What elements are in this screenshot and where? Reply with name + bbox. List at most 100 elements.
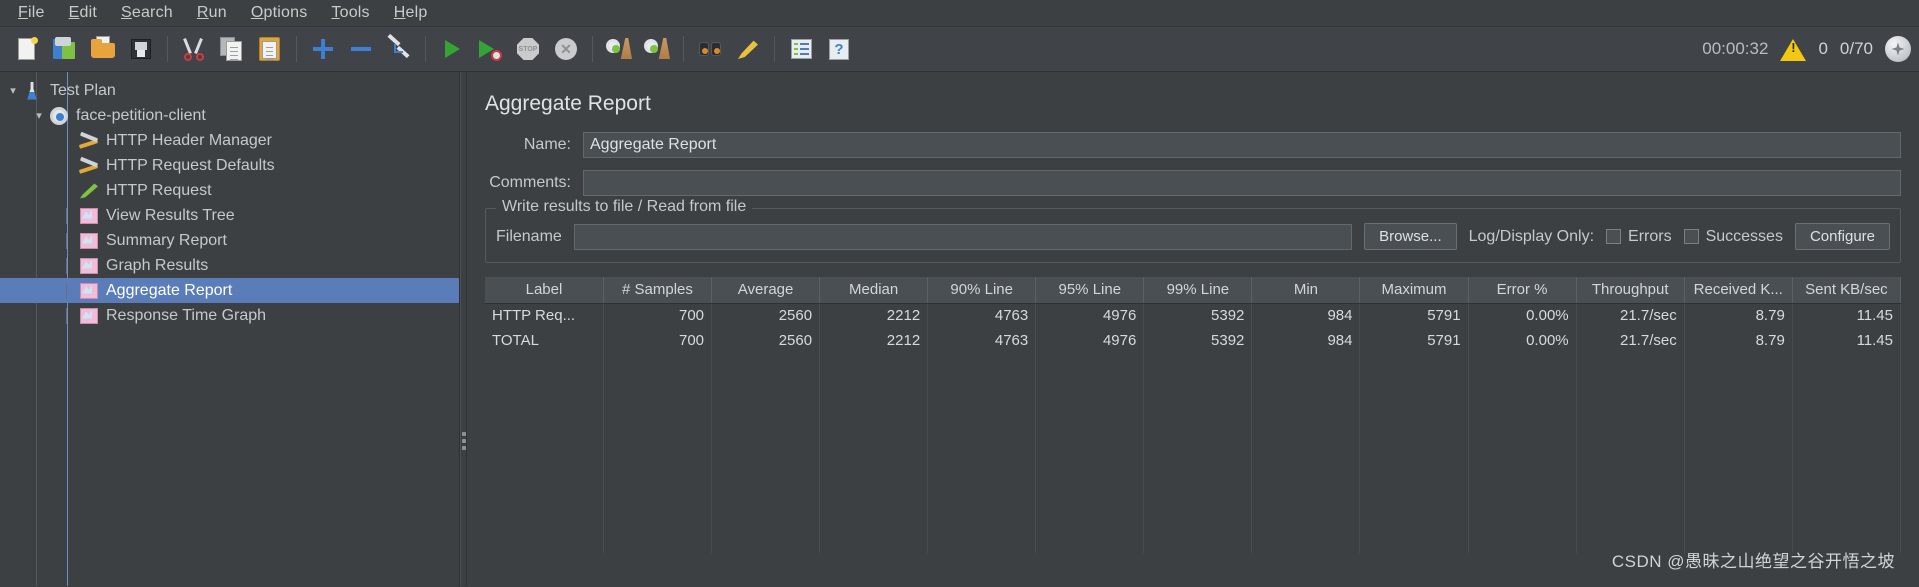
column-header-throughput[interactable]: Throughput bbox=[1576, 277, 1685, 304]
connection-orb-icon[interactable] bbox=[1885, 36, 1911, 62]
expand-button[interactable] bbox=[306, 32, 340, 66]
tree-item-http-request-defaults[interactable]: HTTP Request Defaults bbox=[0, 153, 459, 178]
filename-row: Filename Browse... Log/Display Only: Err… bbox=[496, 223, 1890, 250]
test-plan-tree[interactable]: ▾ Test Plan ▾ face-petition-client HTTP … bbox=[0, 72, 460, 586]
listener-chart-icon bbox=[66, 206, 100, 226]
config-tools-icon bbox=[78, 131, 100, 151]
tree-item-test-plan[interactable]: ▾ Test Plan bbox=[0, 78, 459, 103]
tree-item-summary-report[interactable]: Summary Report bbox=[0, 228, 459, 253]
cell-median: 2212 bbox=[819, 303, 929, 328]
tree-item-view-results-tree[interactable]: View Results Tree bbox=[0, 203, 459, 228]
filename-input[interactable] bbox=[573, 223, 1353, 250]
column-header-maximum[interactable]: Maximum bbox=[1359, 277, 1469, 304]
open-button[interactable] bbox=[86, 32, 120, 66]
menu-item-search[interactable]: Search bbox=[109, 2, 185, 24]
browse-button[interactable]: Browse... bbox=[1364, 223, 1457, 250]
filename-label: Filename bbox=[496, 227, 562, 245]
column-header-90-line[interactable]: 90% Line bbox=[927, 277, 1037, 304]
empty-cell bbox=[1792, 353, 1902, 553]
menu-item-edit[interactable]: Edit bbox=[57, 2, 109, 24]
column-header-label[interactable]: Label bbox=[485, 277, 604, 304]
cell-sent-kb: 11.45 bbox=[1792, 328, 1902, 353]
column-header-min[interactable]: Min bbox=[1251, 277, 1361, 304]
menu-item-run[interactable]: Run bbox=[185, 2, 239, 24]
errors-label: Errors bbox=[1628, 227, 1672, 245]
new-button[interactable] bbox=[10, 32, 44, 66]
empty-cell bbox=[927, 353, 1037, 553]
tree-item-aggregate-report[interactable]: Aggregate Report bbox=[0, 278, 459, 303]
split-divider[interactable] bbox=[460, 72, 467, 586]
name-input[interactable] bbox=[583, 132, 1901, 158]
cell-error-pct: 0.00% bbox=[1468, 328, 1577, 353]
help-button[interactable]: ? bbox=[822, 32, 856, 66]
shutdown-button[interactable]: ✕ bbox=[549, 32, 583, 66]
chevron-down-icon[interactable]: ▾ bbox=[30, 109, 48, 122]
empty-cell bbox=[603, 353, 713, 553]
tree-item-http-request[interactable]: HTTP Request bbox=[0, 178, 459, 203]
cut-button[interactable] bbox=[177, 32, 211, 66]
column-header-median[interactable]: Median bbox=[819, 277, 929, 304]
menu-mnemonic: O bbox=[250, 4, 264, 21]
tree-item-face-petition-client[interactable]: ▾ face-petition-client bbox=[0, 103, 459, 128]
paste-button[interactable] bbox=[253, 32, 287, 66]
cell-99-line: 5392 bbox=[1143, 303, 1253, 328]
tree-item-response-time-graph[interactable]: Response Time Graph bbox=[0, 303, 459, 328]
save-button[interactable] bbox=[124, 32, 158, 66]
menu-label-rest: un bbox=[208, 4, 227, 21]
column-header-error-pct[interactable]: Error % bbox=[1468, 277, 1577, 304]
successes-checkbox-row[interactable]: Successes bbox=[1683, 228, 1783, 246]
menu-item-tools[interactable]: Tools bbox=[319, 2, 381, 24]
templates-button[interactable] bbox=[48, 32, 82, 66]
comments-input[interactable] bbox=[583, 170, 1901, 196]
tree-item-http-header-manager[interactable]: HTTP Header Manager bbox=[0, 128, 459, 153]
table-row[interactable]: HTTP Req... 700 2560 2212 4763 4976 5392… bbox=[485, 303, 1902, 328]
configure-button[interactable]: Configure bbox=[1794, 223, 1890, 250]
cell-received-kb: 8.79 bbox=[1684, 328, 1793, 353]
templates-icon bbox=[51, 35, 79, 63]
log-display-only-label: Log/Display Only: bbox=[1468, 227, 1595, 245]
empty-cell bbox=[711, 353, 821, 553]
warning-triangle-icon[interactable] bbox=[1780, 35, 1807, 61]
collapse-button[interactable] bbox=[344, 32, 378, 66]
menu-bar: File Edit Search Run Options Tools Help bbox=[0, 0, 1919, 27]
cell-received-kb: 8.79 bbox=[1684, 303, 1793, 328]
config-tools-icon bbox=[78, 156, 100, 176]
menu-item-file[interactable]: File bbox=[6, 2, 57, 24]
chevron-down-icon[interactable]: ▾ bbox=[4, 84, 22, 97]
stop-button[interactable]: STOP bbox=[511, 32, 545, 66]
column-header-samples[interactable]: # Samples bbox=[603, 277, 713, 304]
errors-checkbox[interactable] bbox=[1606, 229, 1622, 244]
function-helper-button[interactable] bbox=[784, 32, 818, 66]
table-row[interactable]: TOTAL 700 2560 2212 4763 4976 5392 984 5… bbox=[485, 328, 1902, 353]
page-title: Aggregate Report bbox=[485, 92, 651, 115]
errors-checkbox-row[interactable]: Errors bbox=[1606, 228, 1672, 246]
thread-count: 0/70 bbox=[1839, 39, 1873, 58]
empty-cell bbox=[1251, 353, 1361, 553]
write-results-group-title: Write results to file / Read from file bbox=[496, 198, 753, 216]
split-handle-dots[interactable] bbox=[461, 432, 466, 450]
search-button[interactable] bbox=[693, 32, 727, 66]
column-header-sent-kb[interactable]: Sent KB/sec bbox=[1792, 277, 1902, 304]
menu-mnemonic: S bbox=[120, 4, 132, 21]
tree-item-label: face-petition-client bbox=[76, 106, 206, 124]
column-header-95-line[interactable]: 95% Line bbox=[1035, 277, 1145, 304]
reset-search-button[interactable] bbox=[731, 32, 765, 66]
menu-mnemonic: T bbox=[331, 4, 340, 21]
successes-checkbox[interactable] bbox=[1683, 229, 1699, 244]
clear-all-button[interactable] bbox=[640, 32, 674, 66]
column-header-received-kb[interactable]: Received K... bbox=[1684, 277, 1793, 304]
tree-item-graph-results[interactable]: Graph Results bbox=[0, 253, 459, 278]
column-header-99-line[interactable]: 99% Line bbox=[1143, 277, 1253, 304]
shutdown-circle-icon: ✕ bbox=[555, 38, 577, 60]
menu-item-options[interactable]: Options bbox=[239, 2, 320, 24]
copy-button[interactable] bbox=[215, 32, 249, 66]
menu-label-rest: earch bbox=[131, 4, 173, 21]
menu-item-help[interactable]: Help bbox=[382, 2, 440, 24]
start-no-pauses-button[interactable] bbox=[473, 32, 507, 66]
clear-button[interactable] bbox=[602, 32, 636, 66]
column-header-average[interactable]: Average bbox=[711, 277, 821, 304]
start-button[interactable] bbox=[435, 32, 469, 66]
toggle-button[interactable] bbox=[382, 32, 416, 66]
new-document-icon bbox=[13, 35, 41, 63]
toolbar: STOP ✕ ? 00:00:32 0 0/70 bbox=[0, 27, 1919, 72]
